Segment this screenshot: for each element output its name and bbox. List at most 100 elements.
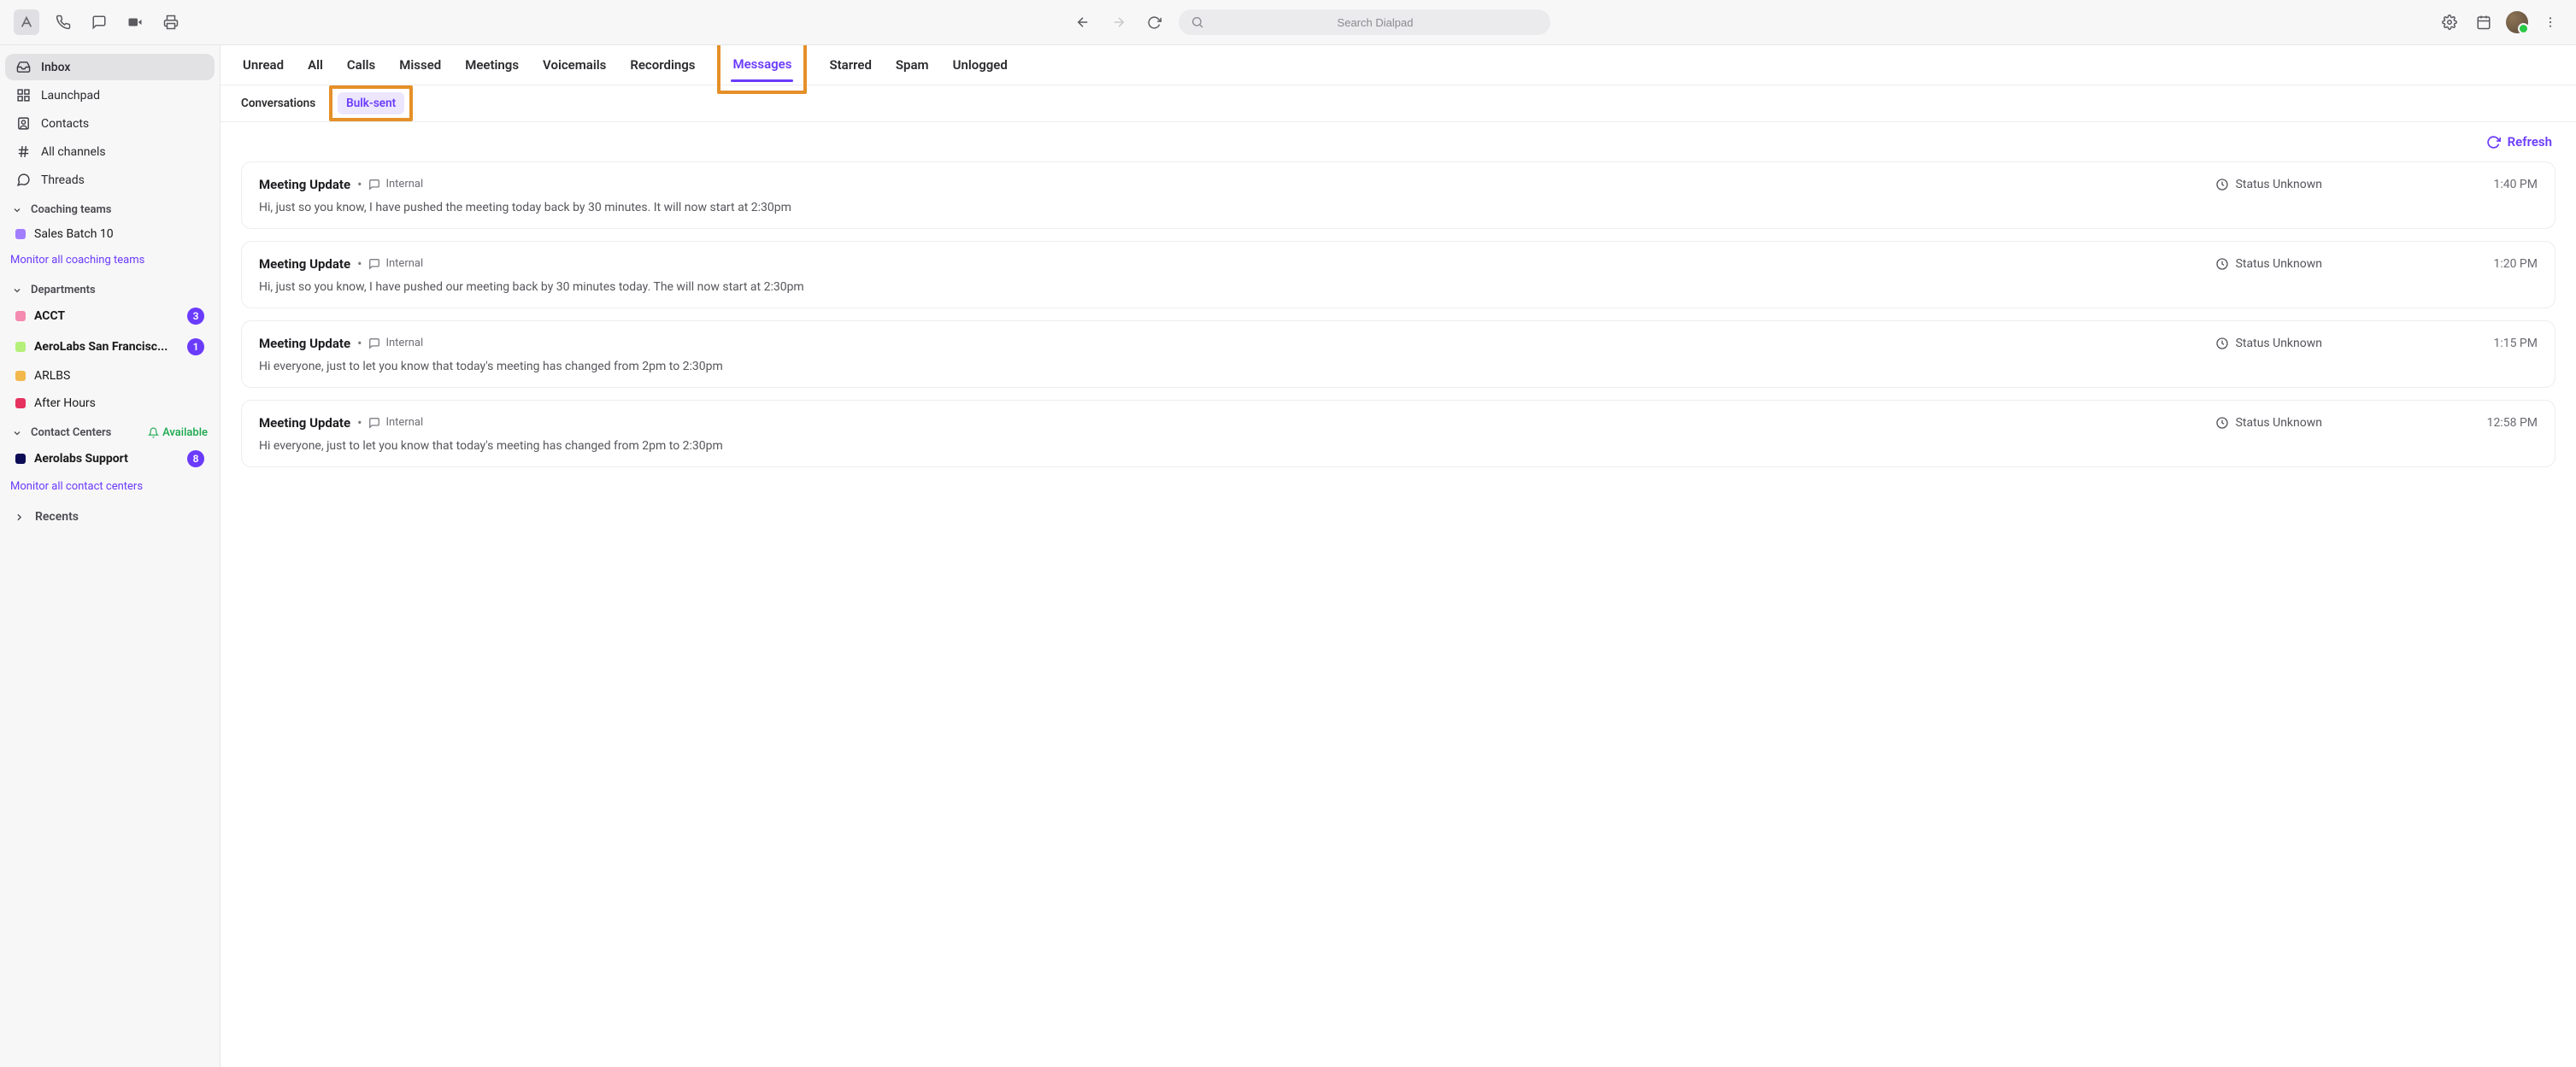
nav-back-icon[interactable] [1071,10,1095,34]
sidebar-item-contacts[interactable]: Contacts [5,110,215,137]
message-card[interactable]: Meeting Update • Internal Status Unknown [241,161,2555,229]
sidebar-item-label: Inbox [41,61,70,74]
search-input[interactable] [1213,16,1538,29]
card-time: 1:15 PM [2476,337,2538,350]
internal-tag: Internal [368,178,423,191]
chevron-right-icon [14,512,25,523]
tab-recordings[interactable]: Recordings [628,47,697,83]
sidebar-item-label: Sales Batch 10 [34,227,204,241]
section-departments[interactable]: Departments [5,275,215,302]
message-list: Meeting Update • Internal Status Unknown [221,161,2576,488]
card-time: 12:58 PM [2476,416,2538,430]
main-content: Unread All Calls Missed Meetings Voicema… [221,45,2576,1067]
chevron-down-icon [12,285,24,296]
count-badge: 8 [187,450,204,467]
sidebar-item-label: Threads [41,173,85,187]
card-title: Meeting Update [259,256,350,272]
sidebar-item-inbox[interactable]: Inbox [5,54,215,80]
clock-icon [2215,178,2229,191]
clock-icon [2215,337,2229,350]
sidebar-item-dept-0[interactable]: ACCT 3 [5,302,215,331]
status-text: Status Unknown [2236,337,2322,350]
section-contact-centers[interactable]: Contact Centers Available [5,418,215,444]
refresh-icon [2486,135,2501,149]
print-icon[interactable] [159,10,183,34]
chat-bubble-icon [368,179,380,191]
count-badge: 1 [187,338,204,355]
sidebar-item-coaching-0[interactable]: Sales Batch 10 [5,221,215,247]
color-swatch [15,398,26,408]
sidebar-item-label: ARLBS [34,369,204,383]
section-header-label: Contact Centers [31,426,111,439]
subtab-conversations[interactable]: Conversations [241,97,315,110]
refresh-button[interactable]: Refresh [2486,134,2552,149]
message-card[interactable]: Meeting Update • Internal Status Unknown [241,400,2555,467]
bell-icon [148,427,159,438]
tab-unread[interactable]: Unread [241,47,285,83]
sidebar-item-dept-1[interactable]: AeroLabs San Francisc... 1 [5,332,215,361]
tab-spam[interactable]: Spam [894,47,931,83]
inbox-icon [15,60,31,74]
section-coaching-teams[interactable]: Coaching teams [5,195,215,221]
tab-meetings[interactable]: Meetings [463,47,520,83]
nav-forward-icon [1107,10,1131,34]
chat-bubble-icon [368,417,380,429]
card-body: Hi, just so you know, I have pushed the … [259,201,2538,214]
subtab-bulk-sent[interactable]: Bulk-sent [338,92,404,114]
message-card[interactable]: Meeting Update • Internal Status Unknown [241,320,2555,388]
search-icon [1191,15,1204,29]
sidebar-item-dept-2[interactable]: ARLBS [5,363,215,389]
sidebar-item-all-channels[interactable]: All channels [5,138,215,165]
sidebar-item-threads[interactable]: Threads [5,167,215,193]
tab-calls[interactable]: Calls [345,47,377,83]
status-text: Status Unknown [2236,257,2322,271]
internal-tag: Internal [368,337,423,349]
highlight-bulk-sent-subtab: Bulk-sent [329,85,413,121]
tab-all[interactable]: All [306,47,325,83]
tab-starred[interactable]: Starred [827,47,873,83]
phone-icon[interactable] [51,10,75,34]
sidebar-item-label: All channels [41,145,106,159]
tab-messages[interactable]: Messages [731,46,793,82]
message-card[interactable]: Meeting Update • Internal Status Unknown [241,241,2555,308]
card-body: Hi everyone, just to let you know that t… [259,360,2538,373]
monitor-contact-centers-link[interactable]: Monitor all contact centers [5,475,215,501]
color-swatch [15,342,26,352]
app-logo[interactable] [14,9,39,35]
sidebar-item-launchpad[interactable]: Launchpad [5,82,215,108]
count-badge: 3 [187,308,204,325]
card-title: Meeting Update [259,336,350,351]
more-vertical-icon[interactable] [2538,10,2562,34]
card-body: Hi everyone, just to let you know that t… [259,439,2538,453]
clock-icon [2215,257,2229,271]
tab-voicemails[interactable]: Voicemails [541,47,608,83]
tab-unlogged[interactable]: Unlogged [951,47,1009,83]
video-icon[interactable] [123,10,147,34]
sidebar-item-label: Recents [35,510,79,524]
avatar[interactable] [2506,11,2528,33]
card-time: 1:40 PM [2476,178,2538,191]
color-swatch [15,454,26,464]
chevron-down-icon [12,205,24,215]
contacts-icon [15,116,31,131]
sidebar-item-label: Contacts [41,117,89,131]
nav-reload-icon[interactable] [1143,10,1167,34]
sidebar-item-label: ACCT [34,309,179,323]
search-box[interactable] [1179,9,1550,35]
subtabs-row: Conversations Bulk-sent [221,85,2576,122]
settings-icon[interactable] [2438,10,2461,34]
sidebar-item-dept-3[interactable]: After Hours [5,390,215,416]
hash-icon [15,144,31,159]
sidebar-item-cc-0[interactable]: Aerolabs Support 8 [5,444,215,473]
card-body: Hi, just so you know, I have pushed our … [259,280,2538,294]
tabs-row: Unread All Calls Missed Meetings Voicema… [221,45,2576,85]
chat-icon[interactable] [87,10,111,34]
available-status[interactable]: Available [148,426,208,439]
tab-missed[interactable]: Missed [397,47,443,83]
card-title: Meeting Update [259,177,350,192]
chevron-down-icon [12,428,24,438]
refresh-label: Refresh [2508,134,2552,149]
monitor-coaching-link[interactable]: Monitor all coaching teams [5,249,215,275]
calendar-icon[interactable] [2472,10,2496,34]
sidebar-item-recents[interactable]: Recents [5,501,215,532]
